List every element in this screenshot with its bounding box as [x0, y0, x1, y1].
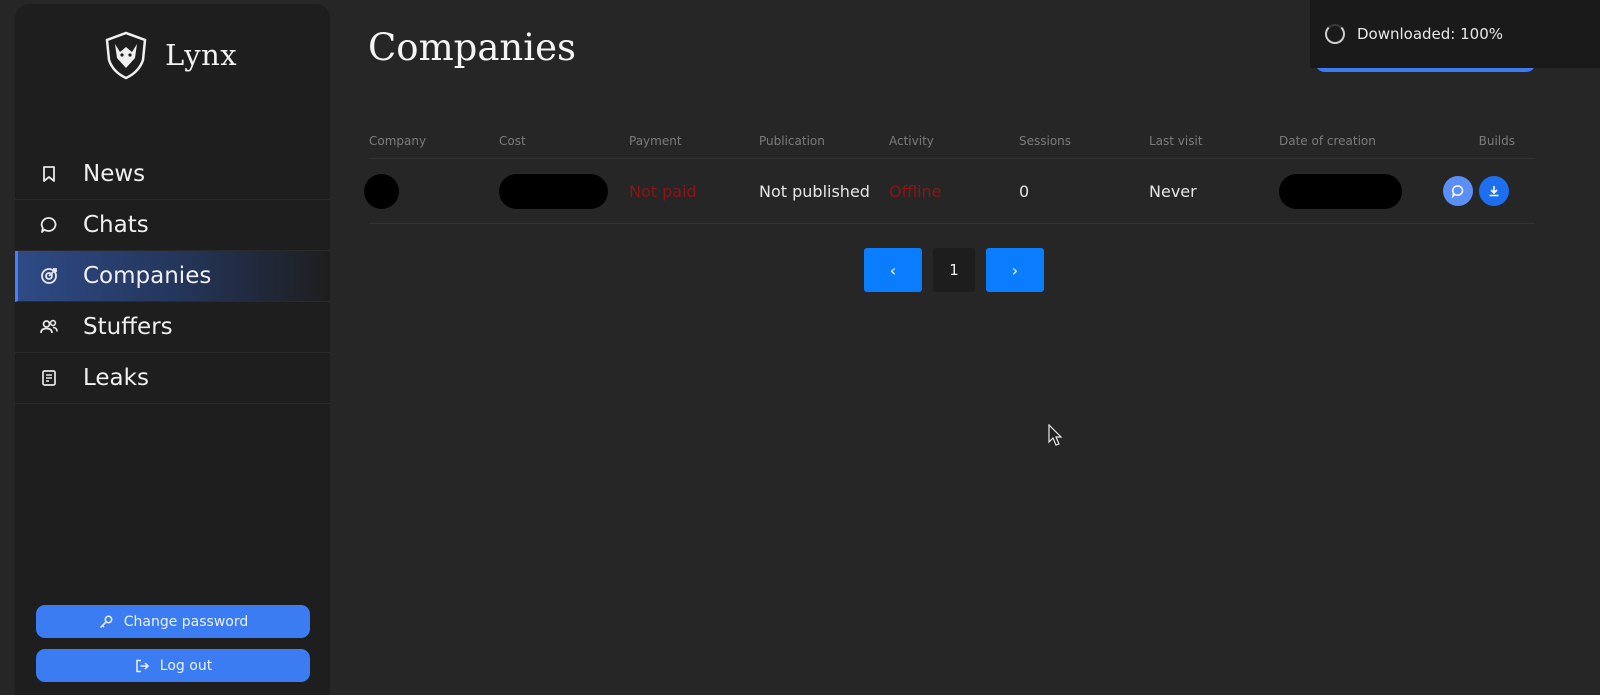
redacted-cost — [499, 173, 608, 209]
chat-bubble-icon — [1451, 185, 1464, 198]
users-icon — [39, 317, 59, 337]
table-row[interactable]: Not paid Not published Offline 0 Never — [364, 159, 1535, 224]
payment-cell: Not paid — [629, 181, 697, 201]
key-icon — [99, 615, 113, 628]
publication-cell: Not published — [759, 181, 870, 201]
download-icon — [1489, 186, 1499, 197]
lynx-logo-icon — [105, 31, 147, 80]
next-page-button[interactable]: › — [986, 248, 1044, 292]
sidebar-item-label: Chats — [83, 212, 149, 238]
logout-label: Log out — [159, 657, 213, 674]
sidebar-item-label: News — [83, 161, 146, 187]
mouse-pointer-icon — [1048, 424, 1063, 446]
sidebar-item-chats[interactable]: Chats — [15, 200, 330, 251]
column-header-date-of-creation[interactable]: Date of creation — [1279, 134, 1409, 148]
column-header-activity[interactable]: Activity — [889, 134, 1019, 148]
toast-text: Downloaded: 100% — [1357, 25, 1504, 43]
pagination: ‹ 1 › — [864, 248, 1044, 292]
date-of-creation-cell — [1279, 173, 1409, 209]
last-visit-cell: Never — [1149, 181, 1197, 201]
brand-name: Lynx — [165, 38, 238, 72]
sidebar-item-leaks[interactable]: Leaks — [15, 353, 330, 404]
column-header-builds: Builds — [1478, 133, 1515, 148]
change-password-button[interactable]: Change password — [36, 605, 310, 638]
column-header-cost[interactable]: Cost — [499, 134, 629, 148]
sidebar-nav: News Chats Companies Stuffers Leaks — [15, 149, 330, 404]
column-header-payment[interactable]: Payment — [629, 134, 759, 148]
sidebar: Lynx News Chats Companies Stuffers Leaks… — [15, 4, 330, 695]
sidebar-item-label: Leaks — [83, 365, 149, 391]
document-icon — [39, 368, 59, 388]
column-header-publication[interactable]: Publication — [759, 134, 889, 148]
column-header-sessions[interactable]: Sessions — [1019, 134, 1149, 148]
build-download-button[interactable] — [1479, 176, 1509, 206]
build-chat-button[interactable] — [1443, 176, 1473, 206]
sidebar-item-label: Stuffers — [83, 314, 173, 340]
company-cell — [364, 173, 499, 209]
sidebar-item-companies[interactable]: Companies — [15, 251, 330, 302]
column-header-company[interactable]: Company — [369, 134, 499, 148]
redacted-date — [1279, 173, 1402, 209]
builds-cell — [1409, 176, 1515, 206]
cost-cell — [499, 173, 629, 209]
download-toast: Downloaded: 100% — [1310, 0, 1600, 68]
table-header: Company Cost Payment Publication Activit… — [369, 123, 1535, 159]
spinner-icon — [1325, 24, 1345, 44]
page-title: Companies — [368, 26, 576, 69]
brand[interactable]: Lynx — [101, 30, 237, 80]
change-password-label: Change password — [123, 613, 249, 630]
logout-button[interactable]: Log out — [36, 649, 310, 682]
page-number-button[interactable]: 1 — [933, 248, 975, 292]
bookmark-icon — [39, 164, 59, 184]
redacted-company — [364, 173, 399, 209]
logout-icon — [136, 659, 149, 672]
prev-page-button[interactable]: ‹ — [864, 248, 922, 292]
companies-table: Company Cost Payment Publication Activit… — [364, 123, 1535, 224]
chat-bubble-icon — [39, 215, 59, 235]
sidebar-item-stuffers[interactable]: Stuffers — [15, 302, 330, 353]
sessions-cell: 0 — [1019, 181, 1030, 201]
activity-cell: Offline — [889, 181, 942, 201]
column-header-last-visit[interactable]: Last visit — [1149, 134, 1279, 148]
sidebar-item-label: Companies — [83, 263, 212, 289]
sidebar-item-news[interactable]: News — [15, 149, 330, 200]
target-icon — [39, 266, 59, 286]
